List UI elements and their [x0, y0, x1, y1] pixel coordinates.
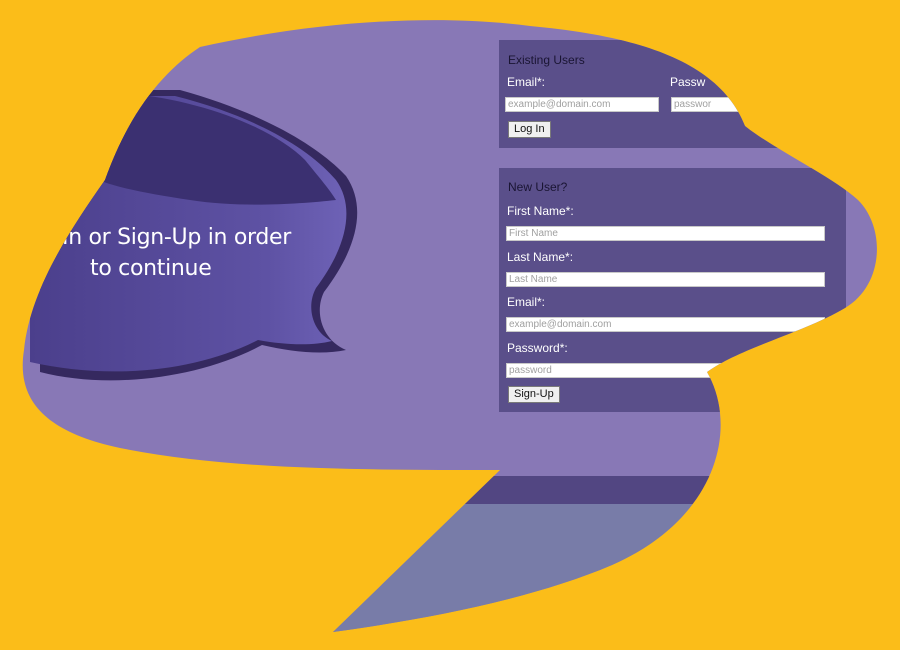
prompt-text-line-2: to continue: [90, 256, 212, 281]
signup-button[interactable]: Sign-Up: [508, 386, 560, 403]
existing-users-panel: Existing Users Email*: Passw Log In: [499, 40, 900, 148]
login-password-label: Passw: [670, 75, 706, 89]
prompt-text-line-1: In or Sign-Up in order: [62, 225, 292, 250]
new-user-title: New User?: [508, 180, 568, 194]
last-name-label: Last Name*:: [507, 250, 574, 264]
first-name-label: First Name*:: [507, 204, 574, 218]
signup-email-label: Email*:: [507, 295, 546, 309]
login-password-input[interactable]: [671, 97, 771, 112]
signup-email-input[interactable]: [506, 317, 825, 332]
cropped-screenshot: In or Sign-Up in order to continue Exist…: [0, 0, 900, 650]
footer-band: [0, 476, 900, 504]
first-name-input[interactable]: [506, 226, 825, 241]
login-email-label: Email*:: [507, 75, 546, 89]
new-user-panel: New User? First Name*: Last Name*: Email…: [499, 168, 846, 412]
login-email-input[interactable]: [505, 97, 659, 112]
signup-password-label: Password*:: [507, 341, 568, 355]
signup-password-input[interactable]: [506, 363, 825, 378]
login-button[interactable]: Log In: [508, 121, 551, 138]
yellow-background: In or Sign-Up in order to continue Exist…: [0, 0, 900, 650]
existing-users-title: Existing Users: [508, 53, 585, 67]
last-name-input[interactable]: [506, 272, 825, 287]
